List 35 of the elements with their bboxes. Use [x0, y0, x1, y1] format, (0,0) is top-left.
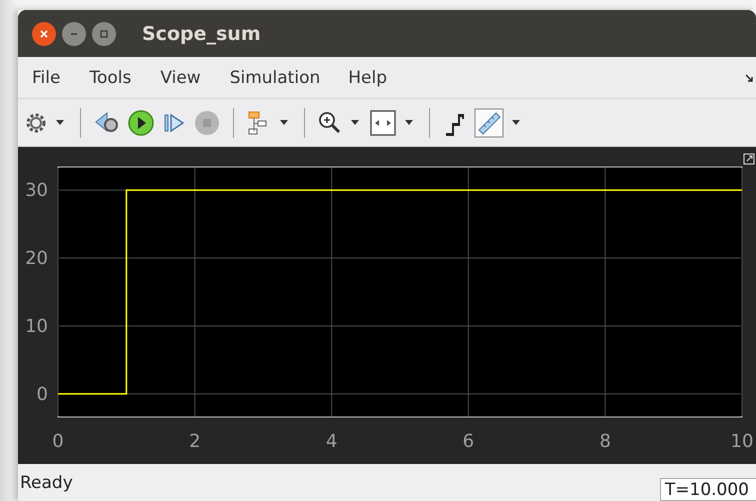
dropdown-caret-icon[interactable]	[56, 120, 64, 125]
dropdown-caret-icon[interactable]	[512, 120, 520, 125]
minimize-button[interactable]	[62, 22, 86, 46]
settings-icon[interactable]	[24, 110, 48, 134]
y-tick-label: 30	[25, 180, 48, 202]
run-icon[interactable]	[127, 108, 155, 136]
zoom-in-icon[interactable]	[317, 110, 343, 136]
y-tick-label: 0	[36, 384, 48, 405]
x-tick-label: 2	[189, 431, 201, 452]
simulation-time: T=10.000	[660, 478, 756, 501]
status-message: Ready	[20, 472, 73, 492]
dropdown-caret-icon[interactable]	[351, 120, 359, 125]
undock-icon[interactable]	[744, 154, 754, 164]
menu-item[interactable]: Help	[348, 68, 388, 88]
maximize-button[interactable]	[92, 22, 116, 46]
y-tick-label: 10	[25, 316, 48, 337]
menu-item[interactable]: View	[160, 68, 201, 88]
arrow-icon[interactable]	[746, 73, 754, 83]
fit-to-view-icon[interactable]	[369, 108, 397, 136]
menu-item[interactable]: Tools	[89, 68, 132, 88]
maximize-icon	[99, 28, 109, 38]
x-tick-label: 8	[599, 431, 611, 452]
window-title: Scope_sum	[142, 22, 261, 44]
y-tick-label: 20	[25, 248, 48, 270]
ruler-icon[interactable]	[474, 108, 504, 138]
x-tick-label: 6	[462, 431, 474, 452]
x-tick-label: 10	[730, 431, 754, 452]
x-tick-label: 0	[52, 431, 64, 452]
dropdown-caret-icon[interactable]	[280, 120, 288, 125]
dropdown-caret-icon[interactable]	[405, 120, 413, 125]
menu-item[interactable]: Simulation	[230, 68, 320, 88]
close-button[interactable]	[32, 22, 56, 46]
x-tick-label: 4	[326, 431, 338, 452]
menu-item[interactable]: File	[32, 68, 60, 88]
close-icon	[39, 28, 49, 38]
